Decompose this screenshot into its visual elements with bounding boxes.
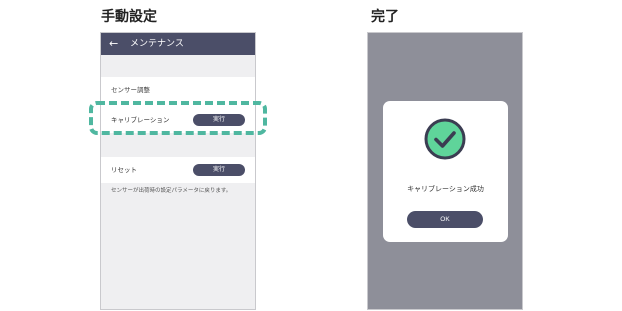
success-message: キャリブレーション成功: [407, 185, 484, 193]
complete-caption: 完了: [371, 9, 399, 25]
reset-run-button[interactable]: 実行: [193, 164, 245, 176]
completion-screen: キャリブレーション成功 OK: [367, 32, 523, 310]
app-bar: ← メンテナンス: [101, 33, 255, 55]
sensor-adjustment-label: センサー調整: [111, 86, 150, 94]
back-arrow-icon[interactable]: ←: [109, 36, 118, 52]
page-title: メンテナンス: [130, 39, 184, 49]
success-dialog: キャリブレーション成功 OK: [383, 101, 508, 242]
check-circle-icon: [424, 118, 466, 160]
maintenance-screen: ← メンテナンス センサー調整 キャリブレーション 実行 リセット 実行 センサ…: [100, 32, 256, 310]
calibration-highlight-frame: [89, 101, 267, 135]
ok-button[interactable]: OK: [407, 211, 483, 228]
reset-note: センサーが出荷時の設定パラメータに戻ります。: [111, 188, 232, 194]
reset-card: リセット 実行: [101, 157, 255, 183]
reset-label: リセット: [111, 166, 137, 174]
manual-settings-caption: 手動設定: [101, 9, 157, 25]
